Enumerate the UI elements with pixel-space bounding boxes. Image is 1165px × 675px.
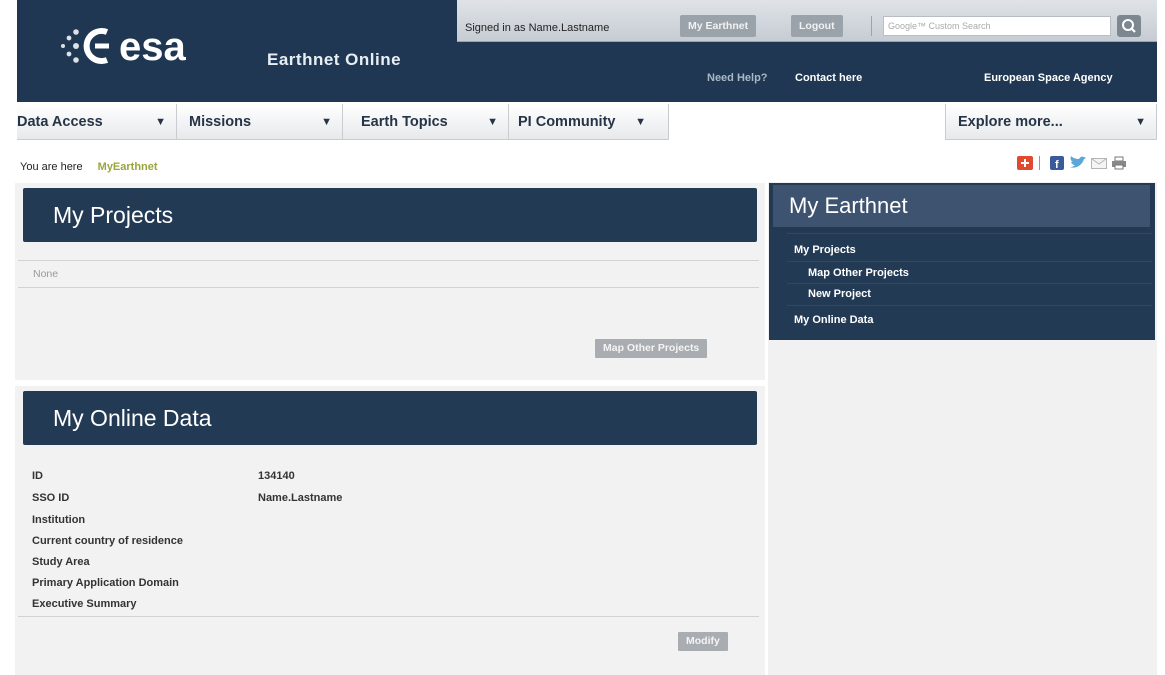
my-projects-panel: My Projects None Map Other Projects: [15, 183, 765, 380]
twitter-icon[interactable]: [1069, 156, 1087, 170]
sidebar-item-new-project[interactable]: New Project: [808, 288, 871, 300]
nav-pi-community[interactable]: PI Community ▼: [509, 104, 669, 140]
divider: [18, 260, 759, 261]
sidebar-title: My Earthnet: [773, 185, 1150, 227]
sidebar-item-my-online-data[interactable]: My Online Data: [794, 314, 873, 326]
search-icon: [1122, 19, 1136, 33]
my-earthnet-sidebar: My Earthnet My Projects Map Other Projec…: [769, 183, 1155, 340]
my-projects-title: My Projects: [23, 188, 757, 242]
divider: [18, 287, 759, 288]
caret-down-icon: ▼: [155, 116, 166, 128]
add-icon[interactable]: [1017, 156, 1033, 170]
signed-in-text: Signed in as Name.Lastname: [465, 22, 610, 34]
facebook-icon[interactable]: f: [1050, 156, 1064, 170]
breadcrumb: You are here MyEarthnet: [20, 161, 158, 173]
email-icon[interactable]: [1091, 156, 1107, 170]
sidebar-divider: [787, 233, 1152, 234]
site-header: esa Earthnet Online Signed in as Name.La…: [17, 0, 1157, 102]
contact-link[interactable]: Contact here: [795, 72, 862, 84]
breadcrumb-current[interactable]: MyEarthnet: [98, 161, 158, 173]
map-other-projects-button[interactable]: Map Other Projects: [595, 339, 708, 358]
nav-label: Missions: [189, 114, 252, 130]
modify-button[interactable]: Modify: [678, 632, 728, 651]
share-divider: [1039, 156, 1040, 170]
nav-label: Data Access: [17, 114, 103, 130]
field-label-id: ID: [32, 470, 43, 482]
sidebar-divider: [787, 305, 1152, 306]
search-input[interactable]: Google™ Custom Search: [883, 16, 1111, 36]
field-label-country: Current country of residence: [32, 535, 183, 547]
field-label-institution: Institution: [32, 514, 86, 526]
breadcrumb-prefix: You are here: [20, 161, 83, 173]
nav-label: Explore more...: [958, 114, 1063, 130]
nav-explore-more[interactable]: Explore more... ▼: [945, 104, 1157, 140]
nav-missions[interactable]: Missions ▼: [177, 104, 343, 140]
print-icon[interactable]: [1111, 156, 1127, 170]
share-toolbar: f: [1017, 154, 1152, 172]
site-name[interactable]: Earthnet Online: [267, 50, 401, 70]
nav-label: Earth Topics: [361, 114, 448, 130]
caret-down-icon: ▼: [321, 116, 332, 128]
search-button[interactable]: [1117, 15, 1141, 37]
field-value-id: 134140: [258, 470, 295, 482]
esa-logo[interactable]: esa: [53, 18, 243, 74]
caret-down-icon: ▼: [1135, 116, 1146, 128]
field-value-sso-id: Name.Lastname: [258, 492, 343, 504]
sidebar-divider: [787, 283, 1152, 284]
header-divider: [871, 16, 872, 36]
sidebar-divider: [787, 261, 1152, 262]
field-label-application-domain: Primary Application Domain: [32, 577, 179, 589]
field-label-executive-summary: Executive Summary: [32, 598, 137, 610]
caret-down-icon: ▼: [635, 116, 646, 128]
sidebar-item-map-other-projects[interactable]: Map Other Projects: [808, 267, 909, 279]
nav-label: PI Community: [518, 114, 616, 130]
my-earthnet-button[interactable]: My Earthnet: [680, 15, 757, 37]
sidebar-item-my-projects[interactable]: My Projects: [794, 244, 856, 256]
my-online-data-panel: My Online Data ID 134140 SSO ID Name.Las…: [15, 386, 765, 675]
main-nav: Data Access ▼ Missions ▼ Earth Topics ▼ …: [17, 104, 1157, 140]
nav-data-access[interactable]: Data Access ▼: [17, 104, 177, 140]
logout-button[interactable]: Logout: [791, 15, 843, 37]
logo-text: esa: [119, 25, 186, 69]
my-online-data-title: My Online Data: [23, 391, 757, 445]
need-help-text: Need Help?: [707, 72, 768, 84]
caret-down-icon: ▼: [487, 116, 498, 128]
divider: [18, 616, 759, 617]
field-label-study-area: Study Area: [32, 556, 90, 568]
projects-empty-text: None: [33, 268, 59, 280]
nav-earth-topics[interactable]: Earth Topics ▼: [343, 104, 509, 140]
field-label-sso-id: SSO ID: [32, 492, 70, 504]
agency-link[interactable]: European Space Agency: [984, 72, 1113, 84]
svg-text:f: f: [1055, 159, 1059, 170]
